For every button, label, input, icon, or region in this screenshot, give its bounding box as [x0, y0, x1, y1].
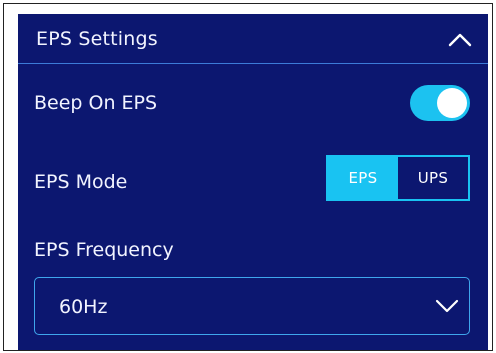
- beep-on-eps-label: Beep On EPS: [34, 92, 158, 114]
- eps-mode-segmented-control: EPS UPS: [326, 155, 470, 201]
- mode-option-ups[interactable]: UPS: [398, 157, 468, 199]
- chevron-down-icon: [435, 299, 459, 313]
- eps-frequency-value: 60Hz: [59, 296, 108, 318]
- beep-on-eps-toggle[interactable]: [410, 85, 470, 121]
- eps-frequency-label: EPS Frequency: [34, 239, 174, 261]
- chevron-up-icon[interactable]: [446, 28, 474, 50]
- panel-header[interactable]: EPS Settings: [18, 14, 488, 64]
- mode-option-eps[interactable]: EPS: [328, 157, 398, 199]
- eps-mode-label: EPS Mode: [34, 171, 128, 193]
- panel-title: EPS Settings: [36, 28, 158, 50]
- toggle-knob: [437, 88, 467, 118]
- eps-settings-panel: EPS Settings Beep On EPS EPS Mode EPS UP…: [18, 14, 488, 350]
- eps-frequency-select[interactable]: 60Hz: [34, 277, 470, 335]
